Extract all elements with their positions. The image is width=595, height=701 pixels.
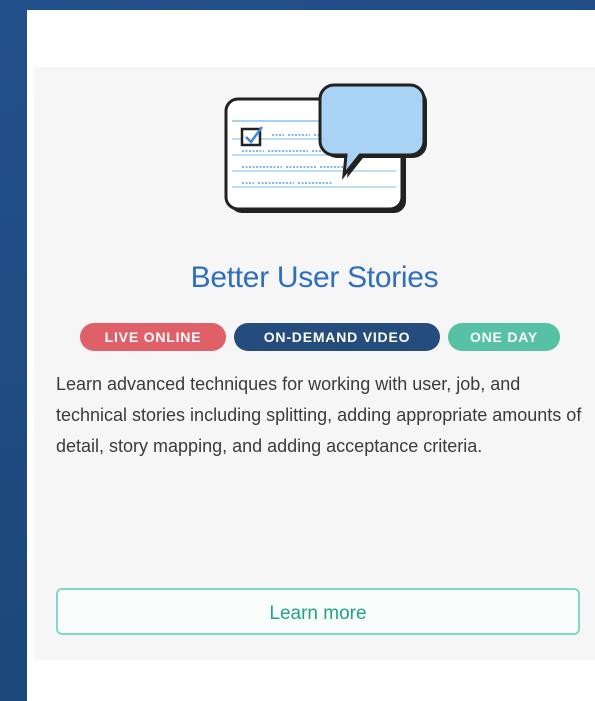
badge-one-day: ONE DAY [448,323,560,351]
course-card-body: Better User Stories LIVE ONLINE ON-DEMAN… [34,67,595,660]
badge-on-demand-video: ON-DEMAND VIDEO [234,323,440,351]
course-title: Better User Stories [190,261,439,294]
course-badges: LIVE ONLINE ON-DEMAND VIDEO ONE DAY [80,323,560,351]
course-card: Better User Stories LIVE ONLINE ON-DEMAN… [27,10,595,701]
learn-more-button[interactable]: Learn more [56,588,580,635]
course-description: Learn advanced techniques for working wi… [56,374,582,456]
badge-live-online: LIVE ONLINE [80,323,226,351]
user-story-card-icon [224,83,427,213]
